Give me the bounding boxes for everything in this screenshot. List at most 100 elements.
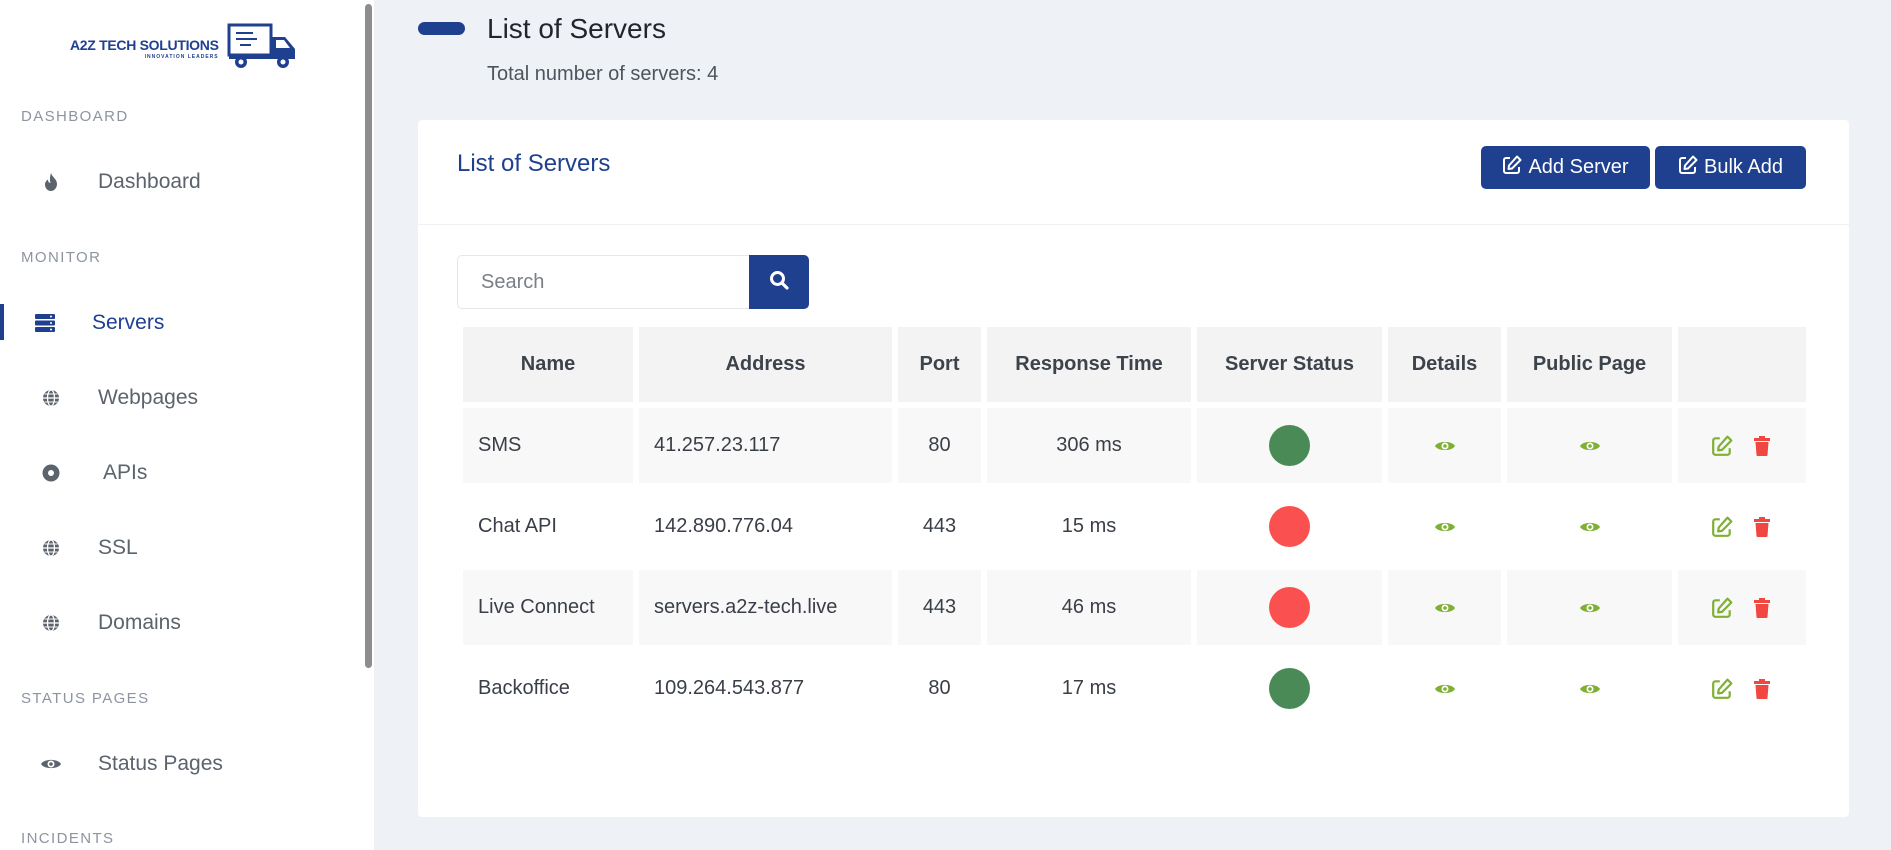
cell-address: 109.264.543.877 bbox=[639, 651, 892, 726]
cell-public-page bbox=[1507, 651, 1672, 726]
sidebar-item-domains[interactable]: Domains bbox=[0, 598, 360, 648]
logo-subtitle: INNOVATION LEADERS bbox=[144, 53, 219, 60]
active-indicator bbox=[0, 304, 4, 340]
column-header-server-status: Server Status bbox=[1197, 327, 1382, 402]
section-label-dashboard: DASHBOARD bbox=[21, 108, 129, 125]
dot-circle-icon bbox=[40, 462, 62, 484]
sidebar-item-apis[interactable]: APIs bbox=[0, 448, 360, 498]
view-details-icon[interactable] bbox=[1434, 682, 1456, 696]
server-icon bbox=[34, 312, 56, 334]
cell-response-time: 46 ms bbox=[987, 570, 1191, 645]
globe-icon bbox=[40, 387, 62, 409]
truck-icon bbox=[227, 23, 299, 74]
cell-public-page bbox=[1507, 408, 1672, 483]
section-label-status-pages: STATUS PAGES bbox=[21, 690, 150, 707]
section-label-monitor: MONITOR bbox=[21, 249, 102, 266]
logo-title: A2Z TECH SOLUTIONS bbox=[70, 36, 219, 53]
servers-card: List of Servers Add Server Bulk Add Name… bbox=[418, 120, 1849, 817]
edit-icon[interactable] bbox=[1710, 677, 1734, 701]
fire-icon bbox=[40, 171, 62, 193]
view-public-page-icon[interactable] bbox=[1579, 520, 1601, 534]
cell-name: Live Connect bbox=[463, 570, 633, 645]
trash-icon[interactable] bbox=[1750, 434, 1774, 458]
cell-name: Backoffice bbox=[463, 651, 633, 726]
bulk-add-label: Bulk Add bbox=[1704, 156, 1783, 178]
cell-server-status bbox=[1197, 651, 1382, 726]
cell-actions bbox=[1678, 570, 1806, 645]
cell-actions bbox=[1678, 408, 1806, 483]
edit-icon[interactable] bbox=[1710, 596, 1734, 620]
add-server-label: Add Server bbox=[1528, 156, 1629, 178]
sidebar-item-servers[interactable]: Servers bbox=[0, 298, 360, 348]
cell-public-page bbox=[1507, 489, 1672, 564]
cell-response-time: 306 ms bbox=[987, 408, 1191, 483]
cell-address: 41.257.23.117 bbox=[639, 408, 892, 483]
status-up-indicator bbox=[1269, 425, 1310, 466]
view-public-page-icon[interactable] bbox=[1579, 439, 1601, 453]
sidebar-scrollbar[interactable] bbox=[365, 4, 372, 668]
cell-port: 80 bbox=[898, 651, 981, 726]
sidebar-item-status-pages[interactable]: Status Pages bbox=[0, 739, 360, 789]
sidebar-item-webpages[interactable]: Webpages bbox=[0, 373, 360, 423]
sidebar-item-dashboard[interactable]: Dashboard bbox=[0, 157, 360, 207]
cell-response-time: 17 ms bbox=[987, 651, 1191, 726]
sidebar-item-label: APIs bbox=[103, 461, 148, 484]
cell-public-page bbox=[1507, 570, 1672, 645]
trash-icon[interactable] bbox=[1750, 677, 1774, 701]
cell-port: 443 bbox=[898, 570, 981, 645]
cell-response-time: 15 ms bbox=[987, 489, 1191, 564]
sidebar-item-ssl[interactable]: SSL bbox=[0, 523, 360, 573]
trash-icon[interactable] bbox=[1750, 596, 1774, 620]
view-details-icon[interactable] bbox=[1434, 520, 1456, 534]
search-icon bbox=[769, 270, 789, 295]
cell-name: SMS bbox=[463, 408, 633, 483]
sidebar-item-label: Webpages bbox=[98, 386, 199, 409]
edit-icon[interactable] bbox=[1710, 515, 1734, 539]
cell-server-status bbox=[1197, 489, 1382, 564]
logo: A2Z TECH SOLUTIONS INNOVATION LEADERS bbox=[70, 23, 306, 74]
add-server-button[interactable]: Add Server bbox=[1481, 146, 1650, 189]
status-up-indicator bbox=[1269, 668, 1310, 709]
globe-icon bbox=[40, 612, 62, 634]
column-header-details: Details bbox=[1388, 327, 1501, 402]
column-header-actions bbox=[1678, 327, 1806, 402]
column-header-address: Address bbox=[639, 327, 892, 402]
cell-port: 80 bbox=[898, 408, 981, 483]
cell-details bbox=[1388, 408, 1501, 483]
view-public-page-icon[interactable] bbox=[1579, 682, 1601, 696]
sidebar-item-label: Status Pages bbox=[98, 752, 223, 775]
column-header-public-page: Public Page bbox=[1507, 327, 1672, 402]
status-down-indicator bbox=[1269, 506, 1310, 547]
sidebar-item-label: Domains bbox=[98, 611, 181, 634]
cell-port: 443 bbox=[898, 489, 981, 564]
view-details-icon[interactable] bbox=[1434, 601, 1456, 615]
trash-icon[interactable] bbox=[1750, 515, 1774, 539]
edit-icon bbox=[1502, 155, 1522, 181]
view-public-page-icon[interactable] bbox=[1579, 601, 1601, 615]
view-details-icon[interactable] bbox=[1434, 439, 1456, 453]
card-header: List of Servers Add Server Bulk Add bbox=[418, 120, 1849, 225]
cell-address: 142.890.776.04 bbox=[639, 489, 892, 564]
edit-icon[interactable] bbox=[1710, 434, 1734, 458]
edit-icon bbox=[1678, 155, 1698, 181]
eye-icon bbox=[40, 753, 62, 775]
cell-address: servers.a2z-tech.live bbox=[639, 570, 892, 645]
sidebar: A2Z TECH SOLUTIONS INNOVATION LEADERS DA… bbox=[0, 0, 374, 850]
bulk-add-button[interactable]: Bulk Add bbox=[1655, 146, 1806, 189]
column-header-port: Port bbox=[898, 327, 981, 402]
card-title: List of Servers bbox=[457, 150, 611, 177]
cell-actions bbox=[1678, 651, 1806, 726]
cell-server-status bbox=[1197, 408, 1382, 483]
server-count: Total number of servers: 4 bbox=[487, 63, 719, 85]
header-pill bbox=[418, 22, 465, 35]
section-label-incidents: INCIDENTS bbox=[21, 830, 115, 847]
search-button[interactable] bbox=[749, 255, 809, 309]
cell-details bbox=[1388, 570, 1501, 645]
page-title: List of Servers bbox=[487, 13, 666, 44]
sidebar-item-label: Servers bbox=[92, 311, 165, 334]
search-input[interactable] bbox=[457, 255, 751, 309]
cell-name: Chat API bbox=[463, 489, 633, 564]
cell-actions bbox=[1678, 489, 1806, 564]
column-header-name: Name bbox=[463, 327, 633, 402]
column-header-response-time: Response Time bbox=[987, 327, 1191, 402]
